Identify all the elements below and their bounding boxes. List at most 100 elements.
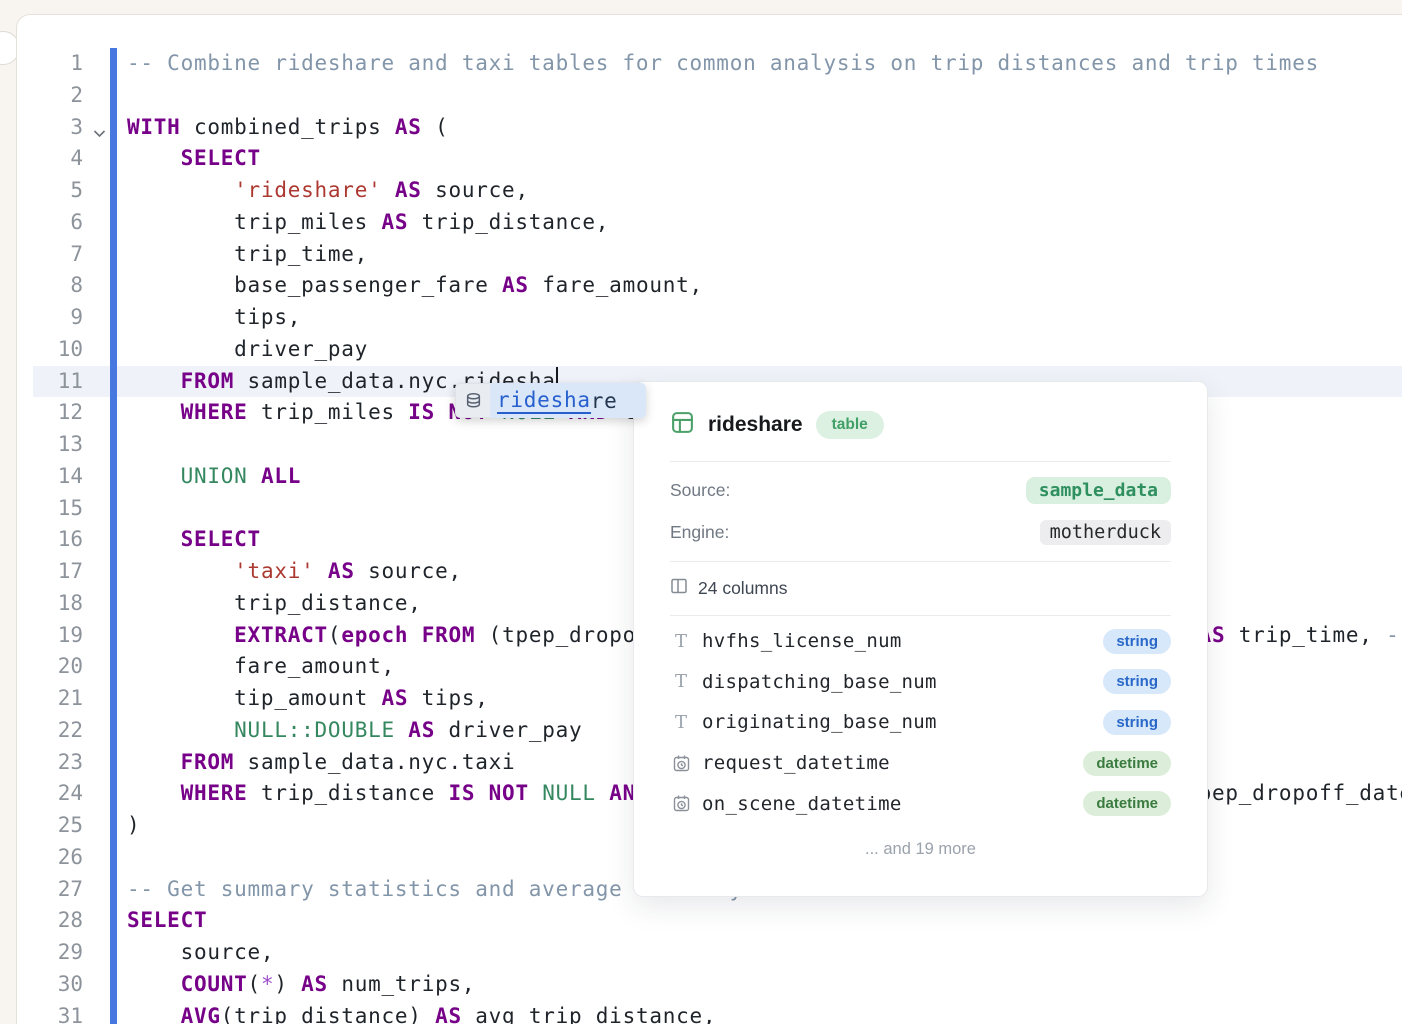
code-text: 'taxi' AS source,	[127, 556, 462, 588]
column-row: request_datetimedatetime	[670, 743, 1171, 784]
sql-editor-screen: 1-- Combine rideshare and taxi tables fo…	[0, 0, 1402, 1024]
line-number: 22	[33, 715, 83, 747]
code-text: driver_pay	[127, 334, 368, 366]
line-number: 4	[33, 143, 83, 175]
line-number: 14	[33, 461, 83, 493]
line-number: 25	[33, 810, 83, 842]
code-text: AVG(trip_distance) AS avg_trip_distance,	[127, 1001, 716, 1024]
code-text: fare_amount,	[127, 651, 395, 683]
gutter-accent-bar	[110, 747, 117, 779]
gutter-accent-bar	[110, 429, 117, 461]
line-number: 23	[33, 747, 83, 779]
line-number: 1	[33, 48, 83, 80]
gutter-accent-bar	[110, 524, 117, 556]
code-line[interactable]: 5 'rideshare' AS source,	[33, 175, 1402, 207]
column-row: Thvfhs_license_num string	[670, 621, 1171, 662]
code-text: COUNT(*) AS num_trips,	[127, 969, 475, 1001]
code-line[interactable]: 6 trip_miles AS trip_distance,	[33, 207, 1402, 239]
gutter-accent-bar	[110, 842, 117, 874]
column-type-badge: string	[1103, 710, 1171, 735]
columns-count-row: 24 columns	[670, 575, 1171, 601]
code-line[interactable]: 3WITH combined_trips AS (	[33, 112, 1402, 144]
autocomplete-item-rideshare[interactable]: rideshare	[490, 383, 646, 418]
column-name: dispatching_base_num	[702, 671, 937, 693]
line-number: 2	[33, 80, 83, 112]
code-line[interactable]: 10 driver_pay	[33, 334, 1402, 366]
column-type-badge: datetime	[1083, 791, 1171, 816]
gutter-accent-bar	[110, 334, 117, 366]
code-text: trip_time,	[127, 239, 368, 271]
gutter-accent-bar	[110, 302, 117, 334]
code-line[interactable]: 9 tips,	[33, 302, 1402, 334]
table-icon	[670, 410, 695, 440]
line-number: 11	[33, 366, 83, 398]
more-columns-text: ... and 19 more	[670, 840, 1171, 859]
line-number: 6	[33, 207, 83, 239]
gutter-accent-bar	[110, 397, 117, 429]
table-type-badge: table	[816, 411, 884, 439]
gutter-accent-bar	[110, 556, 117, 588]
engine-row: Engine: motherduck	[670, 519, 1171, 546]
code-line[interactable]: 30 COUNT(*) AS num_trips,	[33, 969, 1402, 1001]
gutter-accent-bar	[110, 239, 117, 271]
string-type-icon: T	[670, 712, 692, 733]
gutter-accent-bar	[110, 207, 117, 239]
code-text: SELECT	[127, 524, 261, 556]
gutter-accent-bar	[110, 493, 117, 525]
column-list: Thvfhs_license_numstringTdispatching_bas…	[670, 621, 1171, 824]
column-row: Toriginating_base_numstring	[670, 702, 1171, 743]
code-text: tip_amount AS tips,	[127, 683, 489, 715]
datetime-type-icon	[670, 754, 692, 773]
code-text: source,	[127, 937, 274, 969]
string-type-icon: T	[670, 631, 692, 652]
code-text: UNION ALL	[127, 461, 301, 493]
line-number: 26	[33, 842, 83, 874]
column-name: hvfhs_license_num	[702, 630, 902, 652]
table-name: rideshare	[708, 413, 803, 437]
gutter-accent-bar	[110, 588, 117, 620]
line-number: 29	[33, 937, 83, 969]
gutter-accent-bar	[110, 620, 117, 652]
line-number: 21	[33, 683, 83, 715]
line-number: 7	[33, 239, 83, 271]
line-number: 18	[33, 588, 83, 620]
code-line[interactable]: 7 trip_time,	[33, 239, 1402, 271]
autocomplete-popup: rideshare	[455, 383, 646, 418]
code-text: trip_miles AS trip_distance,	[127, 207, 609, 239]
gutter-accent-bar	[110, 461, 117, 493]
code-line[interactable]: 8 base_passenger_fare AS fare_amount,	[33, 270, 1402, 302]
source-value-badge: sample_data	[1026, 477, 1171, 504]
columns-count-text: 24 columns	[698, 578, 788, 599]
code-text: tips,	[127, 302, 301, 334]
gutter-accent-bar	[110, 937, 117, 969]
gutter-accent-bar	[110, 715, 117, 747]
line-number: 17	[33, 556, 83, 588]
gutter-accent-bar	[110, 778, 117, 810]
code-text: WITH combined_trips AS (	[127, 112, 448, 144]
column-row: Tdispatching_base_numstring	[670, 662, 1171, 703]
line-number: 28	[33, 905, 83, 937]
code-text: SELECT	[127, 143, 261, 175]
code-line[interactable]: 4 SELECT	[33, 143, 1402, 175]
line-number: 19	[33, 620, 83, 652]
column-type-badge: string	[1103, 669, 1171, 694]
column-type-badge: string	[1103, 629, 1171, 654]
gutter-accent-bar	[110, 1001, 117, 1024]
line-number: 16	[33, 524, 83, 556]
autocomplete-matched-text: ridesha	[497, 388, 591, 414]
line-number: 20	[33, 651, 83, 683]
line-number: 9	[33, 302, 83, 334]
line-number: 8	[33, 270, 83, 302]
code-line[interactable]: 29 source,	[33, 937, 1402, 969]
autocomplete-rest-text: re	[591, 389, 618, 413]
column-row: on_scene_datetimedatetime	[670, 783, 1171, 824]
code-text: base_passenger_fare AS fare_amount,	[127, 270, 703, 302]
line-number: 24	[33, 778, 83, 810]
code-line[interactable]: 1-- Combine rideshare and taxi tables fo…	[33, 48, 1402, 80]
line-number: 5	[33, 175, 83, 207]
code-line[interactable]: 28SELECT	[33, 905, 1402, 937]
line-number: 13	[33, 429, 83, 461]
code-line[interactable]: 2	[33, 80, 1402, 112]
engine-label: Engine:	[670, 522, 729, 543]
code-line[interactable]: 31 AVG(trip_distance) AS avg_trip_distan…	[33, 1001, 1402, 1024]
